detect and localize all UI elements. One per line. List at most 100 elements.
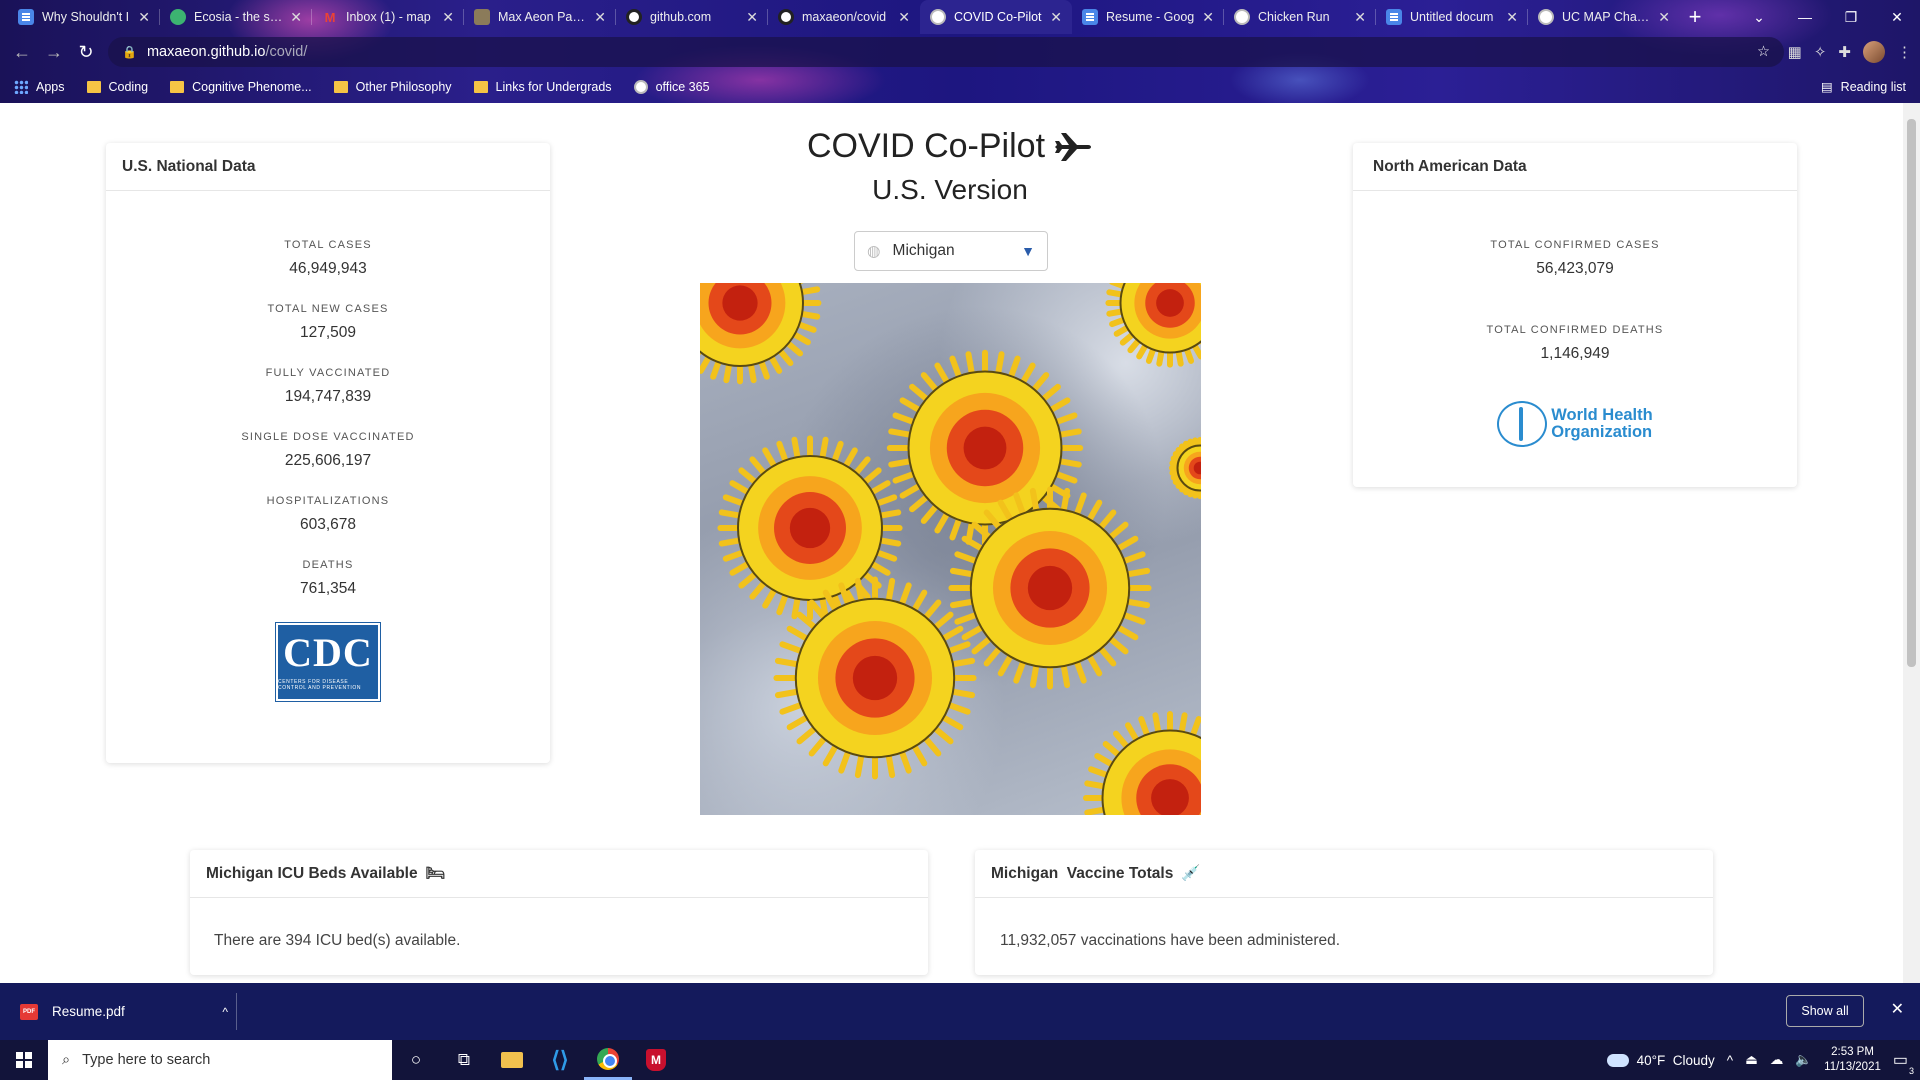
tab-strip: Why Shouldn't I ✕ Ecosia - the sear ✕ M Inb… [8, 0, 1710, 34]
restore-icon[interactable]: ❐ [1828, 9, 1874, 26]
bed-icon: 🛏 [425, 865, 446, 882]
bookmark-apps[interactable]: Apps [14, 79, 65, 94]
syringe-icon: 💉 [1181, 865, 1201, 882]
tab-maxaeon-covid[interactable]: maxaeon/covid ✕ [768, 0, 920, 34]
tab-resume[interactable]: Resume - Goog ✕ [1072, 0, 1224, 34]
close-window-icon[interactable]: ✕ [1874, 9, 1920, 26]
tab-inbox[interactable]: M Inbox (1) - map ✕ [312, 0, 464, 34]
cloud-icon [1606, 1053, 1629, 1067]
state-select[interactable]: ◍ Michigan ▼ [854, 231, 1048, 271]
extensions-area: ▦ ✧ ✚ ⋮ [1788, 37, 1912, 67]
docs-icon [1386, 9, 1402, 25]
bookmark-office-365[interactable]: office 365 [633, 79, 710, 94]
tab-chicken-run[interactable]: Chicken Run ✕ [1224, 0, 1376, 34]
avatar[interactable] [1863, 41, 1885, 63]
stat-total-confirmed-cases: TOTAL CONFIRMED CASES 56,423,079 [1490, 239, 1660, 277]
extension-icon[interactable]: ✧ [1814, 43, 1827, 61]
mcafee-icon[interactable]: M [632, 1040, 680, 1080]
tab-max-aeon-parks[interactable]: Max Aeon Parks ✕ [464, 0, 616, 34]
tab-why-shouldnt[interactable]: Why Shouldn't I ✕ [8, 0, 160, 34]
icu-beds-text: There are 394 ICU bed(s) available. [214, 932, 461, 949]
chrome-icon[interactable] [584, 1040, 632, 1080]
tab-ecosia[interactable]: Ecosia - the sear ✕ [160, 0, 312, 34]
stat-total-confirmed-deaths: TOTAL CONFIRMED DEATHS 1,146,949 [1486, 324, 1664, 362]
network-icon[interactable]: ☁ [1770, 1052, 1784, 1068]
reading-list-button[interactable]: ▤ Reading list [1821, 70, 1906, 103]
who-logo[interactable]: World Health Organization [1353, 401, 1797, 447]
bookmark-cognitive[interactable]: Cognitive Phenome... [170, 80, 312, 94]
close-icon[interactable]: ✕ [1891, 999, 1904, 1019]
download-item[interactable]: PDF Resume.pdf ^ [20, 983, 228, 1040]
close-icon[interactable]: ✕ [746, 9, 758, 26]
vaccine-totals-card: Michigan Vaccine Totals 💉 11,932,057 vac… [975, 850, 1713, 975]
vscode-icon[interactable]: ⟨⟩ [536, 1040, 584, 1080]
virus-particle [1169, 437, 1201, 499]
folder-icon [333, 80, 348, 93]
file-explorer-icon[interactable] [488, 1040, 536, 1080]
airplane-icon [1055, 132, 1092, 161]
weather-widget[interactable]: 40°F Cloudy [1606, 1053, 1715, 1068]
tab-uc-map[interactable]: UC MAP Chapte ✕ [1528, 0, 1680, 34]
bookmark-coding[interactable]: Coding [86, 80, 148, 94]
tab-covid-copilot[interactable]: COVID Co-Pilot ✕ [920, 0, 1072, 34]
address-bar[interactable]: 🔒 maxaeon.github.io/covid/ ☆ [108, 37, 1784, 67]
cdc-logo[interactable]: CDC CENTERS FOR DISEASE CONTROL AND PREV… [275, 622, 381, 702]
page-header: COVID Co-Pilot U.S. Version ◍ Michigan ▼ [700, 103, 1200, 271]
national-stats: TOTAL CASES 46,949,943 TOTAL NEW CASES 127… [106, 191, 550, 702]
tab-search-icon[interactable]: ⌄ [1736, 9, 1782, 26]
cortana-icon[interactable]: ○ [392, 1040, 440, 1080]
close-icon[interactable]: ✕ [1506, 9, 1518, 26]
back-button[interactable]: ← [6, 36, 38, 68]
puzzle-icon[interactable]: ✚ [1838, 43, 1851, 61]
close-icon[interactable]: ✕ [898, 9, 910, 26]
minimize-icon[interactable]: — [1782, 9, 1828, 25]
system-tray: 40°F Cloudy ^ ⏏ ☁ 🔈 2:53 PM 11/13/2021 ▭ 3 [1606, 1040, 1920, 1080]
close-icon[interactable]: ✕ [594, 9, 606, 26]
bookmark-star-icon[interactable]: ☆ [1757, 44, 1770, 60]
address-row: ← → ↻ 🔒 maxaeon.github.io/covid/ ☆ ▦ ✧ ✚… [0, 34, 1920, 70]
forward-button[interactable]: → [38, 36, 70, 68]
icu-beds-card: Michigan ICU Beds Available 🛏 There are … [190, 850, 928, 975]
close-icon[interactable]: ✕ [290, 9, 302, 26]
page-title: COVID Co-Pilot [700, 127, 1200, 166]
scrollbar-thumb[interactable] [1907, 119, 1916, 667]
card-header: Michigan Vaccine Totals 💉 [975, 850, 1713, 898]
chevron-up-icon[interactable]: ^ [1727, 1053, 1733, 1068]
search-icon: ⌕ [62, 1052, 71, 1068]
kebab-menu-icon[interactable]: ⋮ [1897, 43, 1912, 61]
start-button[interactable] [0, 1040, 48, 1080]
bookmarks-bar: Apps Coding Cognitive Phenome... Other P… [0, 70, 1920, 103]
show-all-button[interactable]: Show all [1786, 995, 1864, 1027]
close-icon[interactable]: ✕ [442, 9, 454, 26]
page-scrollbar[interactable] [1903, 103, 1920, 983]
notification-icon[interactable]: ▭ 3 [1893, 1050, 1914, 1076]
north-american-stats: TOTAL CONFIRMED CASES 56,423,079 TOTAL CO… [1353, 191, 1797, 447]
url-host: maxaeon.github.io [146, 44, 266, 60]
window-controls: ⌄ — ❐ ✕ [1736, 0, 1920, 34]
bookmark-other-philosophy[interactable]: Other Philosophy [333, 80, 452, 94]
tab-github[interactable]: github.com ✕ [616, 0, 768, 34]
new-tab-button[interactable]: + [1680, 0, 1710, 34]
close-icon[interactable]: ✕ [1202, 9, 1214, 26]
clock[interactable]: 2:53 PM 11/13/2021 [1824, 1045, 1881, 1075]
bookmark-links-undergrads[interactable]: Links for Undergrads [473, 80, 612, 94]
virus-particle [773, 576, 977, 780]
divider [236, 993, 237, 1030]
chevron-up-icon[interactable]: ^ [222, 1005, 228, 1019]
tab-untitled-doc[interactable]: Untitled docum ✕ [1376, 0, 1528, 34]
stat-single-dose: SINGLE DOSE VACCINATED 225,606,197 [241, 431, 415, 469]
close-icon[interactable]: ✕ [1658, 9, 1670, 26]
usb-icon[interactable]: ⏏ [1745, 1052, 1758, 1068]
virus-particle [1083, 711, 1201, 815]
stat-total-cases: TOTAL CASES 46,949,943 [284, 239, 372, 277]
ecosia-icon [170, 9, 186, 25]
close-icon[interactable]: ✕ [1354, 9, 1366, 26]
close-icon[interactable]: ✕ [1050, 9, 1062, 26]
extension-icon[interactable]: ▦ [1788, 43, 1802, 61]
docs-icon [1082, 9, 1098, 25]
taskbar-search-input[interactable]: ⌕ Type here to search [48, 1040, 392, 1080]
close-icon[interactable]: ✕ [138, 9, 150, 26]
volume-icon[interactable]: 🔈 [1795, 1052, 1812, 1068]
task-view-icon[interactable]: ⧉ [440, 1040, 488, 1080]
reload-button[interactable]: ↻ [70, 36, 102, 68]
